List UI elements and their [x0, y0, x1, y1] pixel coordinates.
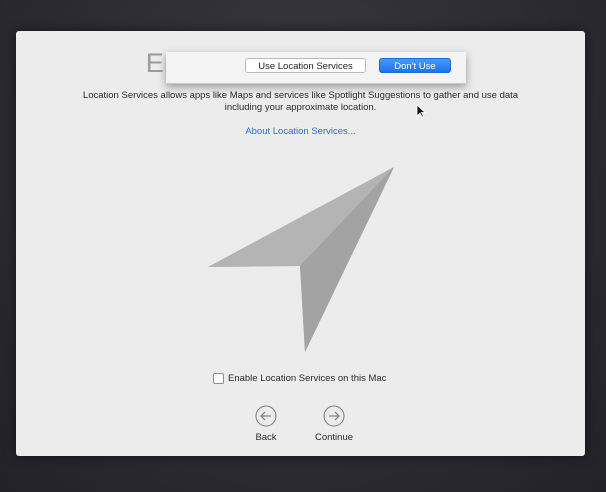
- continue-label: Continue: [314, 432, 354, 443]
- enable-location-services-checkbox[interactable]: [213, 373, 224, 384]
- setup-assistant-window: Use Location Services Don't Use Enable L…: [16, 31, 585, 456]
- desktop-background: Use Location Services Don't Use Enable L…: [0, 0, 606, 492]
- dont-use-button[interactable]: Don't Use: [379, 58, 451, 73]
- use-location-services-button[interactable]: Use Location Services: [245, 58, 366, 73]
- location-arrow-icon: [208, 167, 394, 352]
- about-location-services-link[interactable]: About Location Services...: [16, 126, 585, 137]
- forward-arrow-icon: [323, 405, 345, 427]
- back-label: Back: [255, 432, 277, 443]
- enable-location-services-label: Enable Location Services on this Mac: [228, 373, 387, 384]
- back-arrow-icon: [255, 405, 277, 427]
- enable-location-services-option[interactable]: Enable Location Services on this Mac: [213, 372, 386, 385]
- location-alert-sheet: Use Location Services Don't Use: [166, 52, 466, 84]
- page-description: Location Services allows apps like Maps …: [82, 90, 519, 113]
- back-button[interactable]: Back: [236, 405, 296, 443]
- continue-button[interactable]: Continue: [304, 405, 364, 443]
- mouse-pointer-icon: [416, 104, 426, 118]
